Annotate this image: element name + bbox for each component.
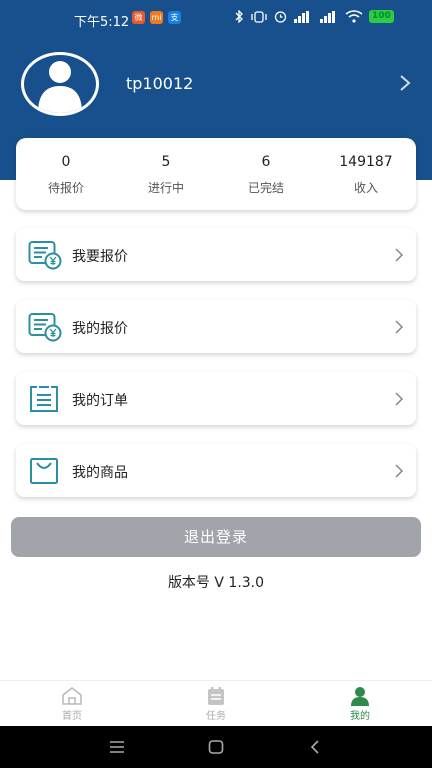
vibrate-icon xyxy=(251,10,267,23)
tab-label: 我的 xyxy=(350,711,370,722)
menu-item-my-orders[interactable]: 我的订单 xyxy=(16,372,416,425)
menu-item-request-quote[interactable]: 我要报价 xyxy=(16,228,416,281)
menu-label: 我的报价 xyxy=(72,321,128,337)
order-icon xyxy=(30,386,58,412)
stat-label: 待报价 xyxy=(47,181,84,195)
back-icon[interactable] xyxy=(306,738,324,756)
home-icon xyxy=(62,686,82,705)
chevron-right-icon xyxy=(395,392,404,406)
menu-label: 我的订单 xyxy=(72,393,128,409)
stat-income[interactable]: 149187 收入 xyxy=(316,138,416,210)
status-indicators: 100 xyxy=(234,10,394,23)
stat-completed[interactable]: 6 已完结 xyxy=(216,138,316,210)
task-icon xyxy=(208,687,224,705)
stat-value: 149187 xyxy=(339,154,393,170)
avatar[interactable] xyxy=(21,52,99,116)
chevron-right-icon xyxy=(395,464,404,478)
quote-icon xyxy=(28,241,62,270)
menu-icon[interactable] xyxy=(108,738,126,756)
stat-pending-quote[interactable]: 0 待报价 xyxy=(16,138,116,210)
menu-label: 我的商品 xyxy=(72,465,128,481)
status-time: 下午5:12 xyxy=(74,15,130,30)
mi-icon: mi xyxy=(150,11,163,24)
tab-label: 任务 xyxy=(206,711,226,722)
menu-item-my-products[interactable]: 我的商品 xyxy=(16,444,416,497)
tab-home[interactable]: 首页 xyxy=(0,681,144,726)
menu-label: 我要报价 xyxy=(72,249,128,265)
chevron-right-icon xyxy=(395,320,404,334)
stat-value: 0 xyxy=(61,154,71,170)
profile-icon xyxy=(351,687,369,706)
status-app-icons: 微 mi 支 xyxy=(132,11,181,24)
menu-item-my-quotes[interactable]: 我的报价 xyxy=(16,300,416,353)
tab-tasks[interactable]: 任务 xyxy=(144,681,288,726)
signal-icon-2 xyxy=(320,10,335,23)
home-button-icon[interactable] xyxy=(207,738,225,756)
stat-label: 收入 xyxy=(353,181,378,195)
chevron-right-icon xyxy=(395,248,404,262)
wifi-icon xyxy=(345,10,363,23)
signal-icon xyxy=(294,10,309,23)
logout-button[interactable]: 退出登录 xyxy=(11,517,421,557)
tab-bar: 首页 任务 我的 xyxy=(0,680,432,726)
tab-label: 首页 xyxy=(62,711,82,722)
my-quote-icon xyxy=(28,313,62,342)
alipay-icon: 支 xyxy=(168,11,181,24)
status-bar: 下午5:12 微 mi 支 100 xyxy=(0,0,432,38)
stat-label: 进行中 xyxy=(147,181,184,195)
system-navigation-bar xyxy=(0,726,432,768)
stat-value: 5 xyxy=(161,154,171,170)
battery-icon: 100 xyxy=(369,10,394,23)
product-bag-icon xyxy=(30,458,58,484)
bluetooth-icon xyxy=(235,10,243,23)
weibo-icon: 微 xyxy=(132,11,145,24)
user-avatar-icon xyxy=(38,61,82,113)
stats-card: 0 待报价 5 进行中 6 已完结 149187 收入 xyxy=(16,138,416,210)
username: tp10012 xyxy=(126,74,194,93)
chevron-right-icon[interactable] xyxy=(398,74,412,92)
version-text: 版本号 V 1.3.0 xyxy=(167,575,265,591)
stat-value: 6 xyxy=(261,154,271,170)
alarm-icon xyxy=(274,11,287,23)
tab-mine[interactable]: 我的 xyxy=(288,681,432,726)
stat-label: 已完结 xyxy=(247,181,284,195)
stat-in-progress[interactable]: 5 进行中 xyxy=(116,138,216,210)
